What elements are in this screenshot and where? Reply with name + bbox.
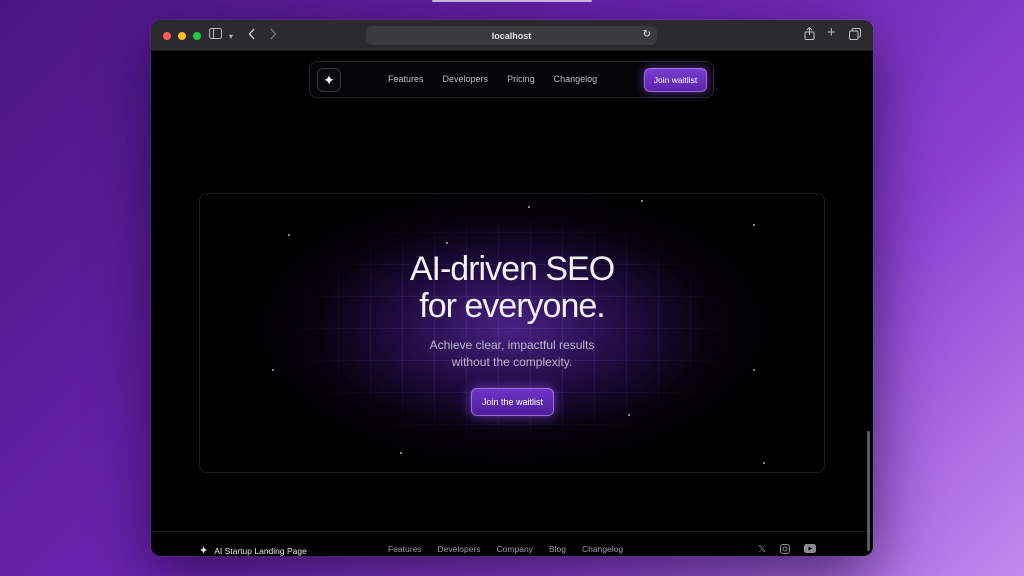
join-waitlist-button[interactable]: Join waitlist <box>644 68 707 92</box>
web-page: ✦ Features Developers Pricing Changelog … <box>151 51 873 556</box>
social-links: 𝕏 <box>758 544 817 556</box>
footer-links: Features Developers Company Blog Changel… <box>388 544 623 554</box>
reload-icon[interactable]: ↻ <box>643 29 651 40</box>
footer-link-developers[interactable]: Developers <box>438 544 481 554</box>
star-decoration <box>400 452 402 454</box>
star-decoration <box>763 462 765 464</box>
footer-brand-name: AI Startup Landing Page <box>214 545 307 556</box>
minimize-window-button[interactable] <box>178 32 186 40</box>
chevron-down-icon[interactable]: ▾ <box>229 30 233 44</box>
star-decoration <box>641 200 643 202</box>
hero-title-line1: AI-driven SEO <box>409 250 615 288</box>
plus-icon[interactable]: + <box>827 25 836 40</box>
nav-link-pricing[interactable]: Pricing <box>507 74 535 84</box>
top-indicator <box>432 0 592 2</box>
sparkle-icon[interactable]: ✦ <box>317 68 341 92</box>
star-decoration <box>753 224 755 226</box>
star-decoration <box>446 242 448 244</box>
sparkle-icon: ✦ <box>199 545 209 556</box>
join-the-waitlist-button[interactable]: Join the waitlist <box>471 388 554 416</box>
browser-window: ▾ localhost ↻ + ✦ Features Developers Pr… <box>151 20 873 556</box>
nav-link-developers[interactable]: Developers <box>443 74 489 84</box>
footer-link-blog[interactable]: Blog <box>549 544 566 554</box>
close-window-button[interactable] <box>163 32 171 40</box>
sidebar-icon[interactable] <box>209 28 222 42</box>
zoom-window-button[interactable] <box>193 32 201 40</box>
instagram-icon[interactable] <box>780 544 791 556</box>
star-decoration <box>528 206 530 208</box>
hero-section: AI-driven SEO for everyone. Achieve clea… <box>199 193 825 473</box>
share-icon[interactable] <box>804 26 815 43</box>
footer-link-features[interactable]: Features <box>388 544 422 554</box>
site-footer: ✦ AI Startup Landing Page Features Devel… <box>151 531 873 556</box>
star-decoration <box>288 234 290 236</box>
address-bar[interactable]: localhost ↻ <box>366 26 657 45</box>
url-text: localhost <box>491 30 532 41</box>
top-navigation: ✦ Features Developers Pricing Changelog … <box>309 61 714 98</box>
footer-link-company[interactable]: Company <box>497 544 533 554</box>
back-icon[interactable] <box>248 28 256 43</box>
nav-links: Features Developers Pricing Changelog <box>388 74 597 84</box>
window-controls <box>163 32 201 40</box>
browser-toolbar: ▾ localhost ↻ + <box>151 20 873 51</box>
hero-subtitle: Achieve clear, impactful results without… <box>200 337 824 371</box>
x-icon[interactable]: 𝕏 <box>758 544 766 556</box>
hero-subtitle-line2: without the complexity. <box>451 355 573 369</box>
footer-brand[interactable]: ✦ AI Startup Landing Page <box>199 544 307 556</box>
hero-grid-background <box>200 194 824 472</box>
nav-link-features[interactable]: Features <box>388 74 424 84</box>
page-scrollbar[interactable] <box>867 431 870 551</box>
nav-link-changelog[interactable]: Changelog <box>554 74 598 84</box>
hero-title-line2: for everyone. <box>419 287 605 325</box>
footer-link-changelog[interactable]: Changelog <box>582 544 623 554</box>
youtube-icon[interactable] <box>804 544 817 556</box>
forward-icon[interactable] <box>269 28 277 43</box>
star-decoration <box>628 414 630 416</box>
tabs-overview-icon[interactable] <box>849 28 861 43</box>
hero-subtitle-line1: Achieve clear, impactful results <box>429 338 595 352</box>
hero-title: AI-driven SEO for everyone. <box>200 251 824 325</box>
